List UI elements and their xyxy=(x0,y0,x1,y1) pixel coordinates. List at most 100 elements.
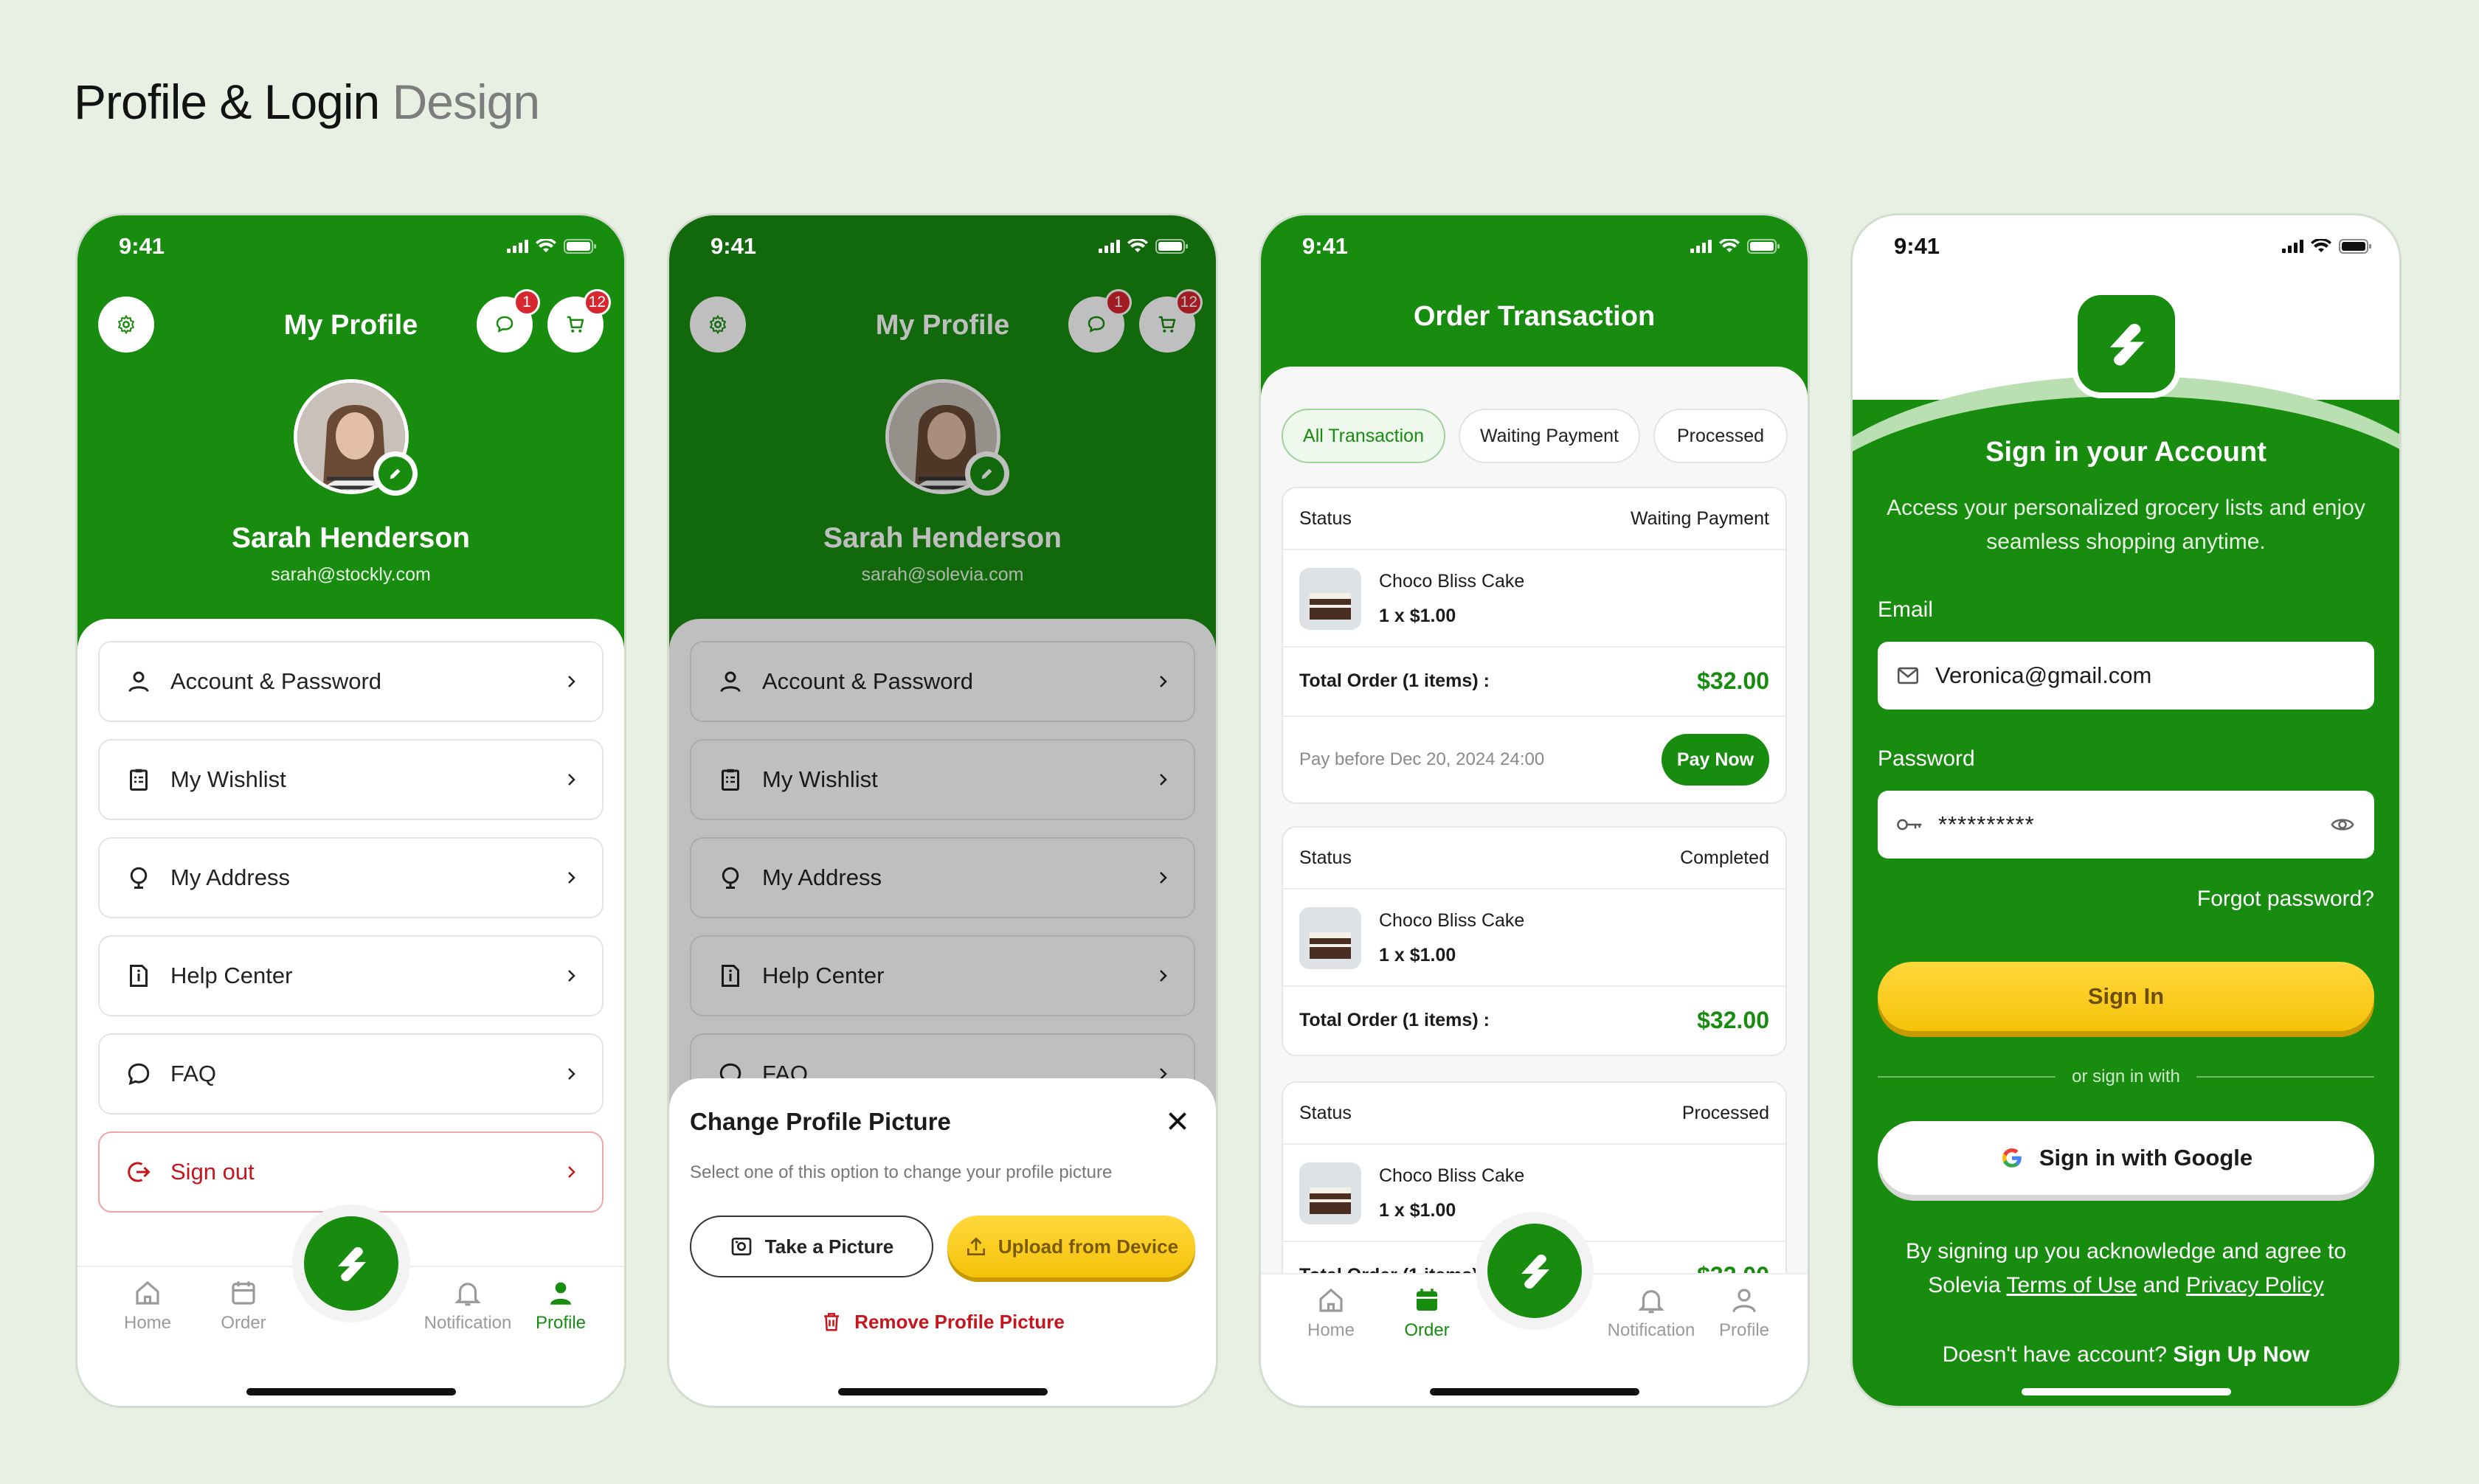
location-pin-icon xyxy=(122,861,156,895)
tab-order[interactable]: Order xyxy=(1379,1276,1475,1341)
tab-profile[interactable]: Profile xyxy=(513,1269,609,1334)
order-transaction-screen: 9:41 Order Transaction All Transaction W… xyxy=(1259,213,1810,1408)
status-label: Status xyxy=(1299,507,1352,529)
home-indicator xyxy=(837,1388,1048,1395)
password-field[interactable]: ********** xyxy=(1878,791,2374,859)
tab-notification[interactable]: Notification xyxy=(412,1269,523,1334)
product-thumbnail xyxy=(1299,907,1361,969)
brand-logo-icon xyxy=(1521,1254,1549,1289)
wifi-icon xyxy=(536,239,556,254)
signal-icon xyxy=(2282,240,2303,253)
button-label: Take a Picture xyxy=(764,1235,894,1258)
signup-prompt: Doesn't have account? Sign Up Now xyxy=(1853,1342,2399,1367)
user-email: sarah@stockly.com xyxy=(271,564,431,585)
tab-label: Order xyxy=(1404,1320,1450,1340)
remove-picture-button[interactable]: Remove Profile Picture xyxy=(669,1310,1216,1334)
google-icon xyxy=(2002,1148,2022,1168)
status-label: Status xyxy=(1299,1102,1352,1123)
center-action-button[interactable] xyxy=(303,1216,398,1311)
chevron-right-icon xyxy=(568,872,575,884)
chat-bubble-icon xyxy=(122,1057,156,1091)
order-card[interactable]: Status Completed Choco Bliss Cake 1 x $1.… xyxy=(1282,826,1787,1056)
tab-profile[interactable]: Profile xyxy=(1696,1276,1792,1341)
eye-icon[interactable] xyxy=(2328,812,2357,837)
terms-and: and xyxy=(2143,1273,2180,1297)
page-title: Profile & Login Design xyxy=(74,74,540,130)
close-icon[interactable] xyxy=(1164,1108,1191,1134)
screen-title: Order Transaction xyxy=(1413,301,1656,332)
battery-icon xyxy=(1747,239,1780,254)
menu-help-center[interactable]: Help Center xyxy=(98,935,604,1016)
menu-label: FAQ xyxy=(170,1061,217,1086)
status-label: Status xyxy=(1299,847,1352,868)
center-action-button[interactable] xyxy=(1487,1224,1582,1318)
status-bar: 9:41 xyxy=(1261,215,1808,282)
cart-button[interactable]: 12 xyxy=(547,289,611,353)
chevron-right-icon xyxy=(568,774,575,786)
take-picture-button[interactable]: Take a Picture xyxy=(690,1216,933,1277)
wifi-icon xyxy=(2311,239,2331,254)
forgot-password-link[interactable]: Forgot password? xyxy=(2197,887,2374,912)
tab-home[interactable]: Home xyxy=(100,1269,196,1334)
user-icon xyxy=(122,665,156,698)
wifi-icon xyxy=(1719,239,1740,254)
chat-button[interactable]: 1 xyxy=(477,289,540,353)
edit-avatar-button[interactable] xyxy=(373,451,418,496)
menu-sign-out[interactable]: Sign out xyxy=(98,1131,604,1213)
profile-screen: 9:41 My Profile 1 12 Sarah Henderson sar… xyxy=(75,213,626,1408)
chevron-right-icon xyxy=(568,676,575,687)
google-sign-in-button[interactable]: Sign in with Google xyxy=(1878,1121,2374,1195)
product-qty: 1 x $1.00 xyxy=(1379,606,1456,626)
chat-icon xyxy=(496,316,514,333)
terms-of-use-link[interactable]: Terms of Use xyxy=(2007,1273,2137,1297)
filter-waiting-payment[interactable]: Waiting Payment xyxy=(1459,409,1640,463)
home-indicator xyxy=(246,1388,456,1395)
product-name: Choco Bliss Cake xyxy=(1379,571,1525,592)
menu-address[interactable]: My Address xyxy=(98,837,604,918)
battery-icon xyxy=(1155,239,1188,254)
home-indicator xyxy=(2021,1388,2231,1395)
tab-label: Home xyxy=(1307,1320,1355,1340)
battery-icon xyxy=(2339,239,2371,254)
menu-account-password[interactable]: Account & Password xyxy=(98,641,604,722)
email-value: Veronica@gmail.com xyxy=(1935,662,2152,688)
sign-in-button[interactable]: Sign In xyxy=(1878,962,2374,1031)
menu-wishlist[interactable]: My Wishlist xyxy=(98,739,604,820)
battery-icon xyxy=(564,239,596,254)
tab-bar: Home Order Notification Profile xyxy=(1261,1212,1808,1406)
button-label: Remove Profile Picture xyxy=(854,1310,1065,1333)
tab-notification[interactable]: Notification xyxy=(1596,1276,1707,1341)
chip-label: Processed xyxy=(1676,425,1765,446)
email-field[interactable]: Veronica@gmail.com xyxy=(1878,642,2374,710)
privacy-policy-link[interactable]: Privacy Policy xyxy=(2186,1273,2324,1297)
profile-picture-screen: 9:41 My Profile 1 12 Sarah Henderson sar… xyxy=(667,213,1218,1408)
sign-out-icon xyxy=(122,1155,156,1189)
sign-up-link[interactable]: Sign Up Now xyxy=(2173,1342,2309,1367)
tab-home[interactable]: Home xyxy=(1283,1276,1379,1341)
modal-title: Change Profile Picture xyxy=(690,1108,951,1135)
key-icon xyxy=(1897,819,1922,831)
filter-processed[interactable]: Processed xyxy=(1653,409,1788,463)
trash-icon xyxy=(824,1313,840,1331)
button-label: Upload from Device xyxy=(998,1235,1179,1258)
pencil-icon xyxy=(390,468,400,479)
title-accent: Design xyxy=(392,74,540,129)
menu-faq[interactable]: FAQ xyxy=(98,1033,604,1114)
tab-order[interactable]: Order xyxy=(196,1269,291,1334)
signal-icon xyxy=(507,240,528,253)
chip-label: Waiting Payment xyxy=(1479,425,1619,446)
upload-device-button[interactable]: Upload from Device xyxy=(947,1216,1195,1277)
brand-logo xyxy=(2071,289,2181,398)
chat-badge: 1 xyxy=(514,289,540,316)
product-thumbnail xyxy=(1299,568,1361,630)
bell-icon xyxy=(1596,1276,1707,1320)
filter-all-transaction[interactable]: All Transaction xyxy=(1282,409,1445,463)
wifi-icon xyxy=(1127,239,1148,254)
change-picture-modal: Change Profile Picture Select one of thi… xyxy=(669,1078,1216,1406)
product-qty: 1 x $1.00 xyxy=(1379,1200,1456,1221)
title-main: Profile & Login xyxy=(74,74,380,129)
pay-now-button[interactable]: Pay Now xyxy=(1662,734,1769,786)
status-value: Processed xyxy=(1681,1102,1769,1123)
order-card[interactable]: Status Waiting Payment Choco Bliss Cake 1… xyxy=(1282,487,1787,804)
pay-deadline: Pay before Dec 20, 2024 24:00 xyxy=(1299,749,1545,769)
